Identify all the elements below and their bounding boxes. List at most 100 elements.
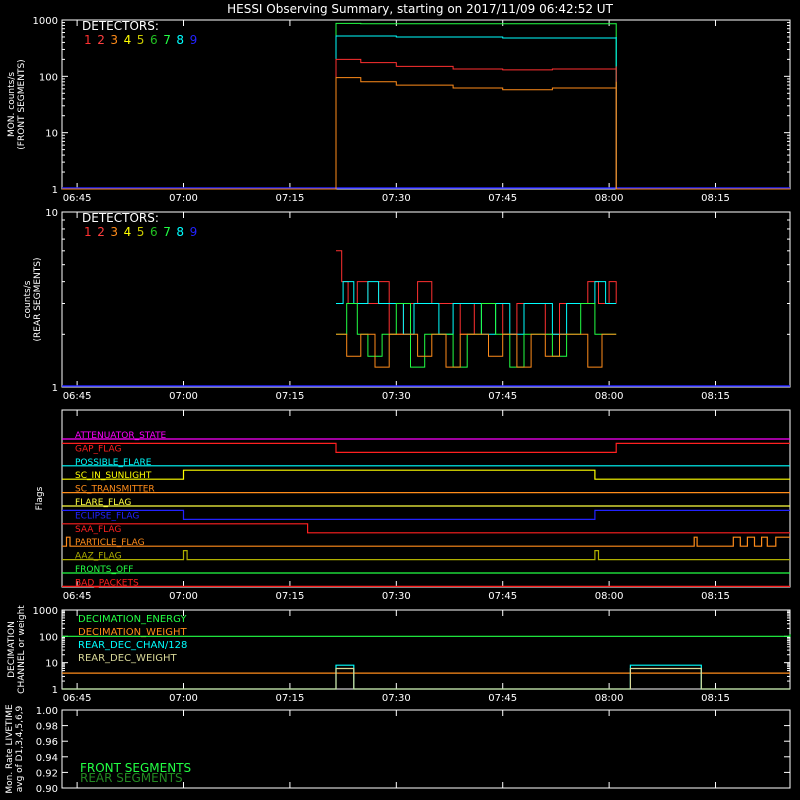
y-tick-label: 100 [39,632,58,643]
time-tick-label: 07:00 [169,693,198,704]
rear-series-orange [336,333,617,368]
time-tick-label: 08:15 [701,591,730,602]
detector-legend-digit-9: 9 [190,225,198,239]
panel-frame-1 [61,211,791,388]
detector-legend-digit-5: 5 [137,33,145,47]
detector-legend-digit-6: 6 [150,225,158,239]
time-tick-label: 07:30 [382,591,411,602]
front-series-orange [62,77,790,190]
time-tick-label: 07:00 [169,193,198,204]
y-tick-label: 1.00 [36,706,58,717]
flag-line-eclipse-flag [62,509,790,520]
time-tick-label: 07:00 [169,391,198,402]
chart-title: HESSI Observing Summary, starting on 201… [227,2,613,16]
front-ylabel-1: (FRONT SEGMENTS) [17,59,27,149]
decimation-legend-3: REAR_DEC_CHAN/128 [78,640,187,651]
decimation-legend-1: DECIMATION_ENERGY [78,614,187,625]
time-tick-label: 08:00 [595,693,624,704]
decimation-ylabel-0: DECIMATION [7,621,17,678]
y-tick-label: 0.98 [36,722,58,733]
front-series-cyan [62,35,790,190]
y-tick-label: 1000 [33,16,58,27]
y-tick-label: 100 [39,72,58,83]
flags-ylabel-0: Flags [35,486,45,510]
y-tick-label: 0.94 [36,753,58,764]
y-tick-label: 10 [45,659,58,670]
time-tick-label: 08:00 [595,591,624,602]
rear-series-red [336,250,617,335]
panel-frame-0 [61,19,791,190]
front-series-green [62,22,790,190]
time-tick-label: 07:45 [488,193,517,204]
time-tick-label: 07:45 [488,391,517,402]
rear-ylabel-0: counts/s [23,280,33,318]
front-series-red [62,58,790,190]
front-ylabel-0: MON. counts/s [7,72,17,137]
detector-legend-digit-7: 7 [163,33,171,47]
detector-legend-digit-6: 6 [150,33,158,47]
detector-legend-digit-3: 3 [110,225,118,239]
panel-frame-2 [61,409,791,588]
time-tick-label: 06:45 [63,391,92,402]
time-tick-label: 07:30 [382,693,411,704]
decimation-ylabel-1: CHANNEL or weight [17,605,27,694]
time-tick-label: 07:30 [382,391,411,402]
detector-legend-digit-8: 8 [176,33,184,47]
detector-legend-digit-2: 2 [97,225,105,239]
detector-legend-digit-7: 7 [163,225,171,239]
detector-legend-digit-4: 4 [124,33,132,47]
time-tick-label: 06:45 [63,193,92,204]
decimation-series-khaki [62,667,790,690]
y-tick-label: 1 [52,383,58,394]
rear-ylabel-1: (REAR SEGMENTS) [33,257,43,341]
chart-panels: 1 10 100 1000 06:45 07:00 07:15 07:30 07:45 08:00… [5,16,791,795]
y-tick-label: 10 [45,208,58,219]
rear-series-green [336,303,617,368]
time-tick-label: 06:45 [63,693,92,704]
y-tick-label: 1000 [33,606,58,617]
hessi-summary-chart: HESSI Observing Summary, starting on 201… [5,2,791,795]
detector-legend-digit-1: 1 [84,33,92,47]
y-tick-label: 0.92 [36,768,58,779]
time-tick-label: 07:45 [488,693,517,704]
flag-label-gap-flag: GAP_FLAG [75,444,121,454]
y-tick-label: 10 [45,129,58,140]
time-tick-label: 08:15 [701,391,730,402]
detector-legend-title: DETECTORS: [82,19,159,33]
flag-line-particle-flag [62,536,790,547]
time-tick-label: 08:00 [595,193,624,204]
flag-line-aaz-flag [62,550,790,561]
livetime-legend-2: REAR SEGMENTS [80,771,183,785]
flag-line-saa-flag [62,523,790,534]
detector-legend-digit-8: 8 [176,225,184,239]
time-tick-label: 08:15 [701,193,730,204]
decimation-legend-4: REAR_DEC_WEIGHT [78,653,177,664]
detector-legend-digit-1: 1 [84,225,92,239]
livetime-ylabel-0: Mon. Rate LIVETIME [5,704,15,794]
y-tick-label: 0.90 [36,784,58,795]
time-tick-label: 08:00 [595,391,624,402]
detector-legend-digit-4: 4 [124,225,132,239]
time-tick-label: 07:15 [275,693,304,704]
y-tick-label: 0.96 [36,737,58,748]
flag-label-eclipse-flag: ECLIPSE_FLAG [75,511,139,521]
flag-label-saa-flag: SAA_FLAG [75,525,121,535]
time-tick-label: 07:15 [275,391,304,402]
y-tick-label: 1 [52,685,58,696]
time-tick-label: 07:30 [382,193,411,204]
detector-legend-digit-5: 5 [137,225,145,239]
flag-line-gap-flag [62,442,790,453]
time-tick-label: 07:15 [275,591,304,602]
y-tick-label: 1 [52,185,58,196]
detector-legend-digit-2: 2 [97,33,105,47]
time-tick-label: 08:15 [701,693,730,704]
detector-legend-digit-9: 9 [190,33,198,47]
flag-line-sc-in-sunlight [62,469,790,480]
detector-legend-title: DETECTORS: [82,211,159,225]
rear-series-cyan [336,281,617,335]
time-tick-label: 07:45 [488,591,517,602]
time-tick-label: 07:15 [275,193,304,204]
time-tick-label: 07:00 [169,591,198,602]
detector-legend-digit-3: 3 [110,33,118,47]
livetime-ylabel-1: avg of D1,3,4,5,6,9 [15,705,25,792]
